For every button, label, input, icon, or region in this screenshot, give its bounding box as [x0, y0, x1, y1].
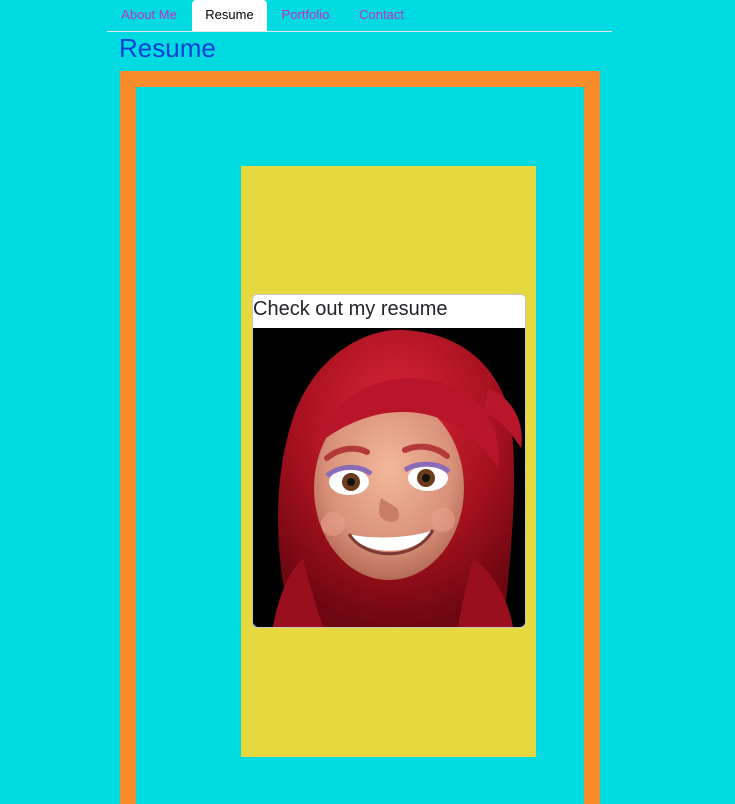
resume-card-container: Check out my resume — [241, 166, 536, 757]
resume-section-frame: Check out my resume — [120, 71, 600, 804]
page-title: Resume — [119, 33, 216, 63]
tab-contact[interactable]: Contact — [345, 0, 418, 31]
resume-inner-panel: Check out my resume — [136, 87, 584, 804]
avatar-illustration — [253, 328, 525, 627]
tab-resume[interactable]: Resume — [192, 0, 267, 31]
tab-about-me[interactable]: About Me — [107, 0, 191, 31]
resume-card[interactable]: Check out my resume — [252, 294, 526, 628]
resume-card-title: Check out my resume — [253, 298, 448, 320]
tab-portfolio[interactable]: Portfolio — [268, 0, 343, 31]
top-nav: About Me Resume Portfolio Contact — [107, 0, 612, 32]
memoji-avatar-image[interactable] — [253, 328, 525, 627]
